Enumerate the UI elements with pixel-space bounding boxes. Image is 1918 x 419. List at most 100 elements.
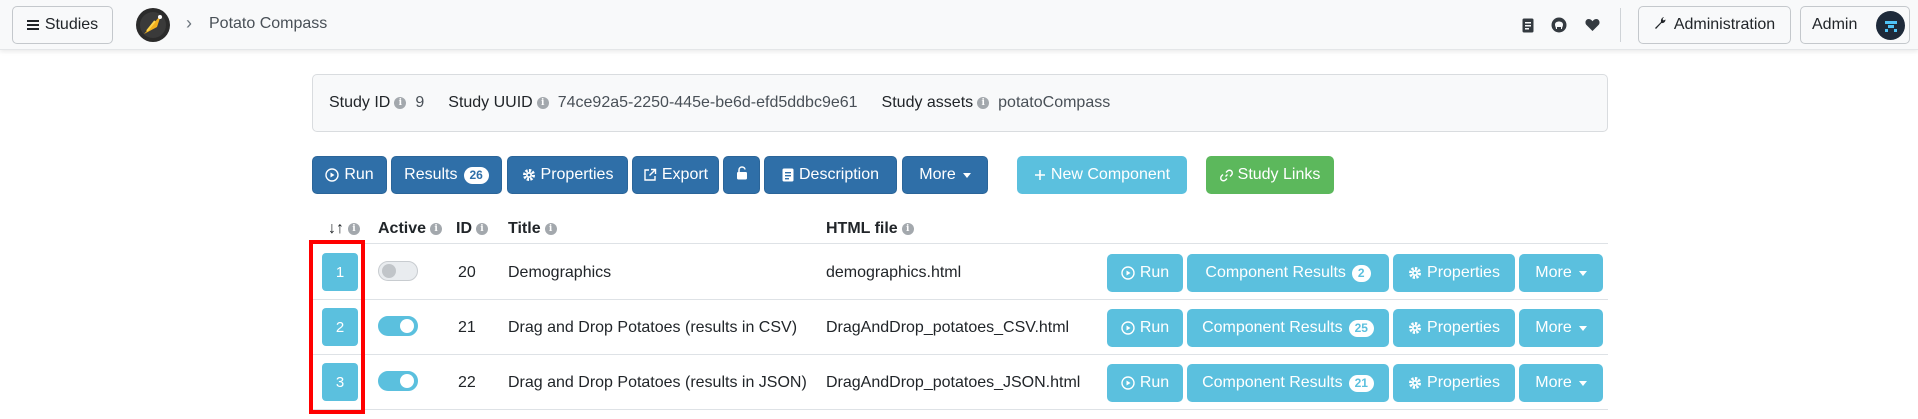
github-icon[interactable]	[1550, 16, 1568, 34]
play-icon	[1121, 376, 1135, 390]
study-links-button[interactable]: Study Links	[1206, 156, 1334, 194]
component-properties-label: Properties	[1427, 319, 1500, 336]
results-button[interactable]: Results 26	[391, 156, 502, 194]
html-file-column-header: HTML file i	[826, 220, 914, 238]
study-id-value: 9	[415, 94, 425, 111]
component-id: 20	[458, 263, 476, 281]
logo-icon[interactable]	[135, 7, 171, 43]
book-icon[interactable]	[1519, 16, 1537, 34]
unlock-button[interactable]	[723, 156, 760, 194]
administration-button[interactable]: Administration	[1638, 6, 1791, 44]
component-more-dropdown-button[interactable]: More	[1519, 254, 1603, 292]
active-toggle[interactable]	[378, 371, 418, 391]
external-link-icon	[643, 168, 657, 182]
component-results-button[interactable]: Component Results 25	[1187, 309, 1389, 347]
id-column-header: ID i	[456, 220, 488, 238]
component-properties-button[interactable]: Properties	[1393, 309, 1515, 347]
link-icon	[1219, 169, 1233, 182]
gear-icon	[1408, 376, 1422, 390]
new-component-label: New Component	[1050, 166, 1171, 183]
id-header-label: ID	[456, 220, 472, 237]
info-icon[interactable]: i	[901, 223, 914, 235]
study-uuid-item: Study UUID i 74ce92a5-2250-445e-be6d-efd…	[448, 94, 857, 112]
export-button[interactable]: Export	[632, 156, 719, 194]
info-icon[interactable]: i	[977, 97, 990, 109]
component-title[interactable]: Demographics	[508, 245, 611, 300]
component-html-file: DragAndDrop_potatoes_JSON.html	[826, 373, 1081, 391]
component-results-button[interactable]: Component Results 2	[1187, 254, 1389, 292]
study-assets-value: potatoCompass	[998, 94, 1111, 111]
component-run-button[interactable]: Run	[1107, 309, 1183, 347]
administration-label: Administration	[1673, 16, 1776, 33]
component-more-label: More	[1535, 264, 1572, 281]
toggle-knob	[382, 264, 396, 278]
toggle-knob	[400, 319, 414, 333]
new-component-button[interactable]: New Component	[1017, 156, 1187, 194]
breadcrumb-separator: ›	[186, 13, 192, 33]
user-label: Admin	[1812, 16, 1858, 33]
caret-down-icon	[1578, 380, 1587, 386]
component-more-dropdown-button[interactable]: More	[1519, 309, 1603, 347]
position-column-header[interactable]: ↓↑ i	[328, 220, 360, 238]
html-file-header-label: HTML file	[826, 220, 898, 237]
user-menu-button[interactable]: Admin	[1800, 6, 1910, 44]
active-toggle[interactable]	[378, 261, 418, 281]
component-title[interactable]: Drag and Drop Potatoes (results in JSON)	[508, 355, 807, 410]
properties-button[interactable]: Properties	[507, 156, 628, 194]
component-id: 22	[458, 373, 476, 391]
info-icon[interactable]: i	[348, 223, 360, 235]
component-title[interactable]: Drag and Drop Potatoes (results in CSV)	[508, 300, 797, 355]
file-text-icon	[782, 168, 794, 182]
info-icon[interactable]: i	[430, 223, 443, 235]
breadcrumb-study-title[interactable]: Potato Compass	[209, 15, 327, 33]
info-icon[interactable]: i	[394, 97, 407, 109]
component-run-label: Run	[1139, 374, 1170, 391]
info-icon[interactable]: i	[536, 97, 549, 109]
component-results-label: Component Results	[1202, 374, 1343, 391]
study-uuid-value: 74ce92a5-2250-445e-be6d-efd5ddbc9e61	[557, 94, 858, 111]
run-label: Run	[344, 166, 374, 183]
component-properties-label: Properties	[1427, 374, 1500, 391]
gear-icon	[1408, 321, 1422, 335]
component-more-dropdown-button[interactable]: More	[1519, 364, 1603, 402]
run-button[interactable]: Run	[312, 156, 387, 194]
position-column-highlight	[309, 240, 365, 414]
caret-down-icon	[1578, 325, 1587, 331]
component-results-label: Component Results	[1202, 319, 1343, 336]
component-results-count-badge: 2	[1351, 264, 1371, 282]
component-run-button[interactable]: Run	[1107, 254, 1183, 292]
component-id: 21	[458, 318, 476, 336]
studies-button[interactable]: Studies	[12, 6, 113, 44]
study-assets-item: Study assets i potatoCompass	[882, 94, 1111, 112]
caret-down-icon	[1578, 270, 1587, 276]
studies-label: Studies	[44, 16, 99, 33]
avatar	[1876, 11, 1905, 40]
more-dropdown-button[interactable]: More	[902, 156, 988, 194]
component-results-count-badge: 21	[1348, 374, 1374, 392]
component-html-file: DragAndDrop_potatoes_CSV.html	[826, 318, 1070, 336]
sort-arrows-icon: ↓↑	[328, 220, 344, 237]
component-run-button[interactable]: Run	[1107, 364, 1183, 402]
plus-icon	[1034, 169, 1046, 181]
top-navbar: Studies › Potato Compass Administration …	[0, 0, 1918, 50]
more-label: More	[919, 166, 956, 183]
study-id-label: Study ID	[329, 94, 391, 111]
study-assets-label: Study assets	[881, 94, 974, 111]
study-links-label: Study Links	[1237, 166, 1321, 183]
component-results-label: Component Results	[1205, 264, 1346, 281]
component-properties-button[interactable]: Properties	[1393, 254, 1515, 292]
play-icon	[325, 168, 340, 182]
info-icon[interactable]: i	[544, 223, 557, 235]
description-label: Description	[798, 166, 880, 183]
heart-icon[interactable]	[1583, 16, 1601, 34]
study-id-item: Study ID i 9	[329, 94, 424, 112]
active-toggle[interactable]	[378, 316, 418, 336]
navbar-divider	[1620, 8, 1621, 42]
info-icon[interactable]: i	[476, 223, 488, 235]
component-properties-button[interactable]: Properties	[1393, 364, 1515, 402]
gear-icon	[522, 168, 536, 182]
component-results-button[interactable]: Component Results 21	[1187, 364, 1389, 402]
table-row: 2 21 Drag and Drop Potatoes (results in …	[312, 300, 1608, 355]
component-html-file: demographics.html	[826, 263, 962, 281]
description-button[interactable]: Description	[764, 156, 897, 194]
